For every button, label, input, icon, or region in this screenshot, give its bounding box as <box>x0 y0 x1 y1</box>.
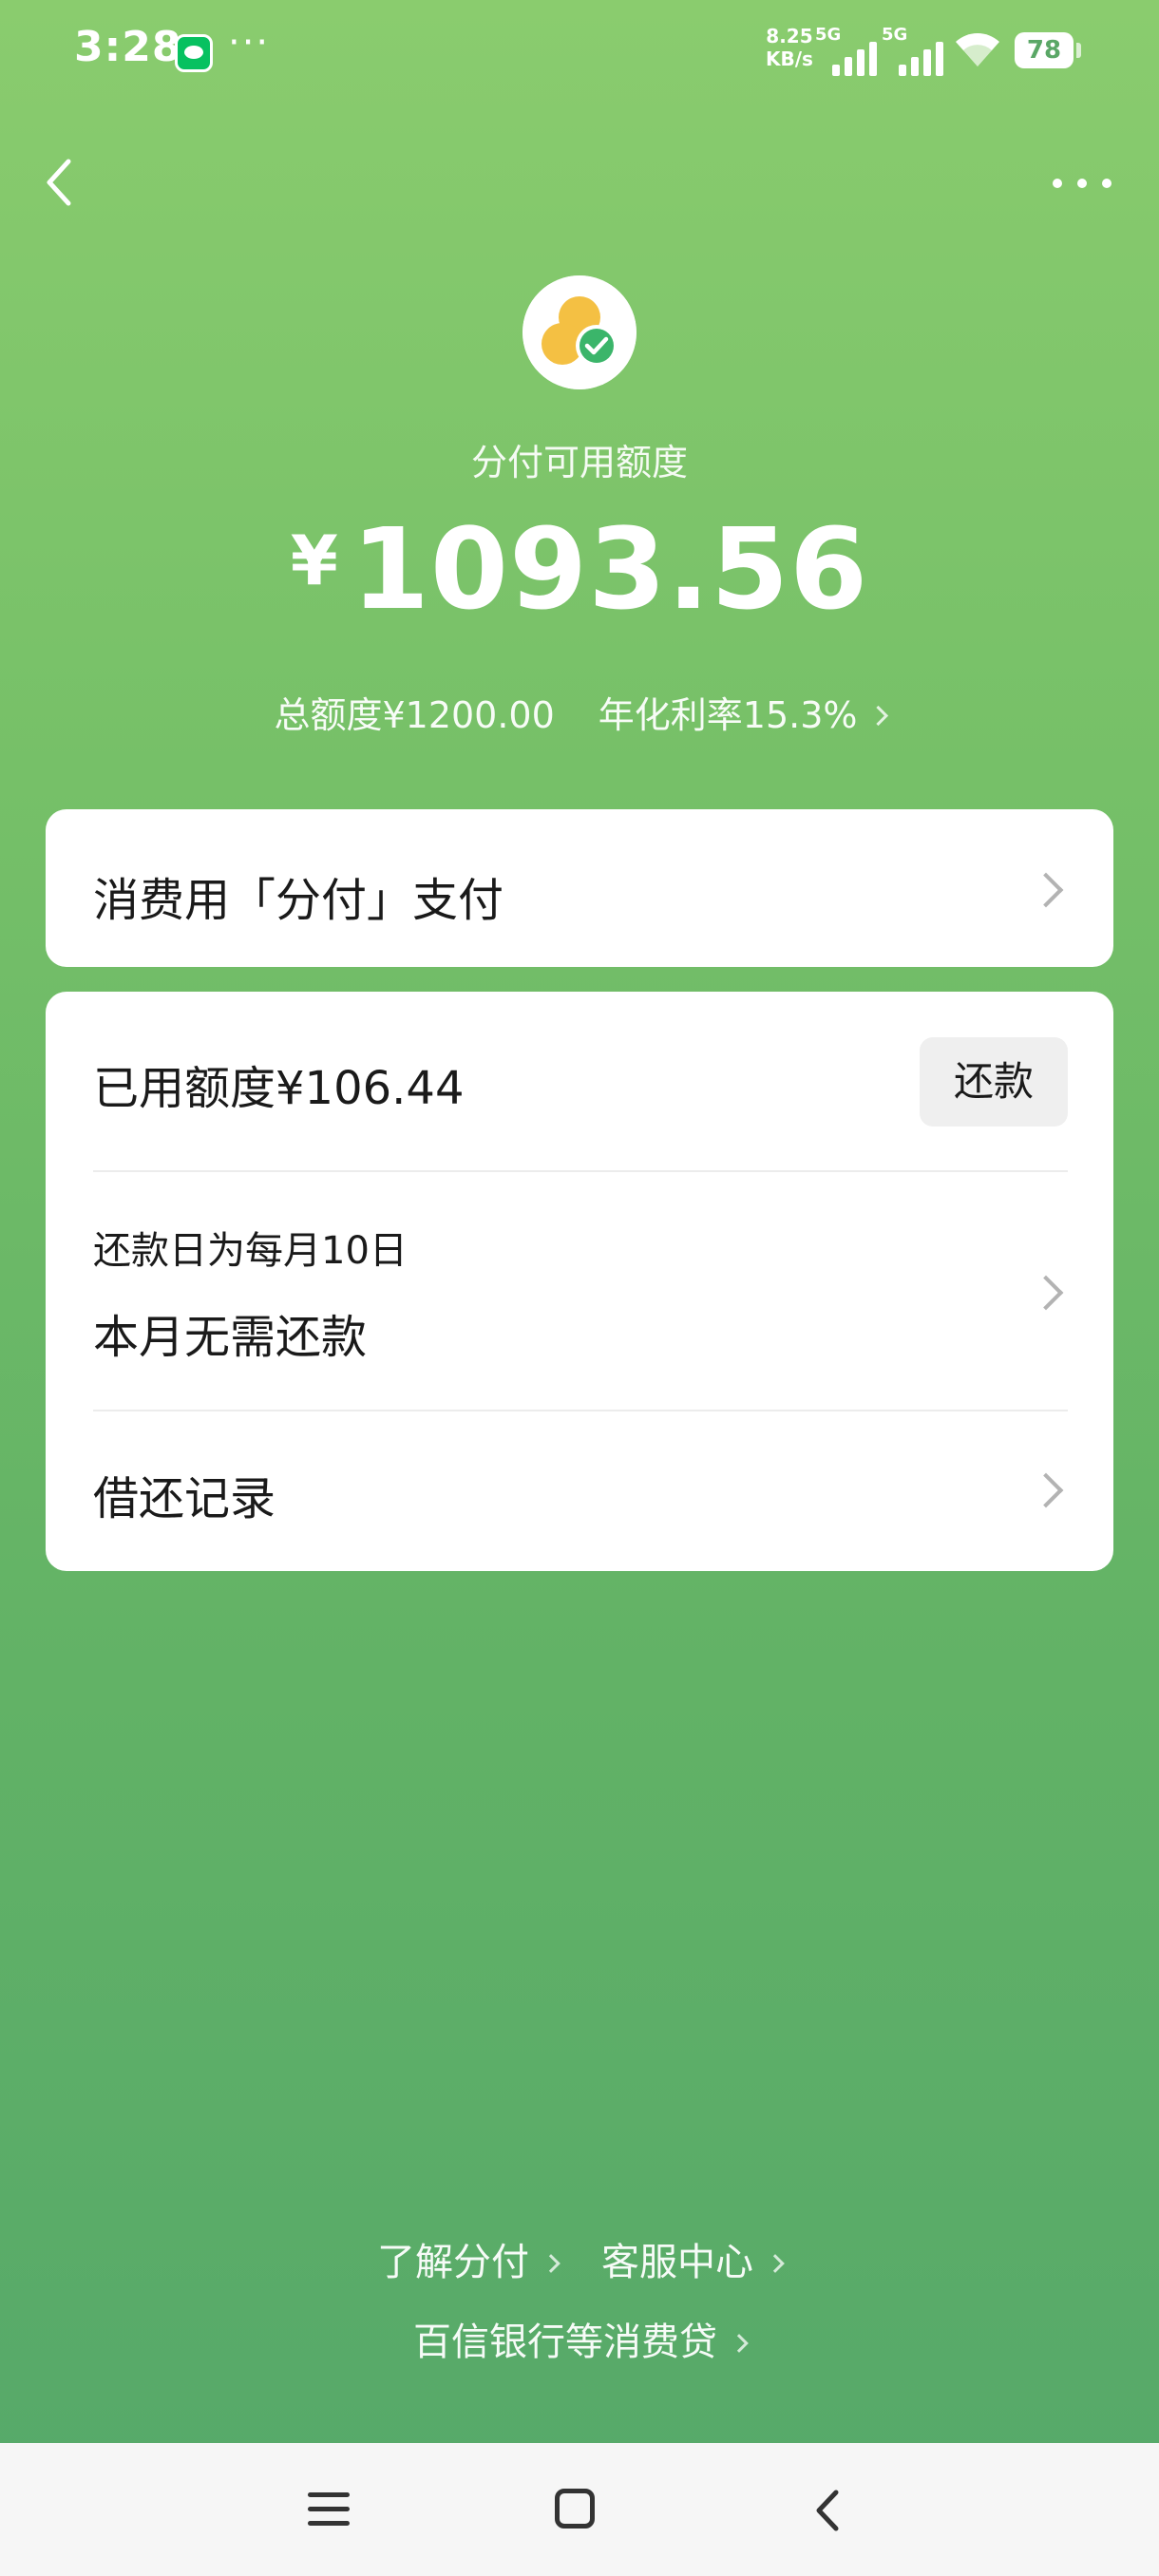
available-amount-value: 1093.56 <box>351 503 869 635</box>
currency-symbol: ¥ <box>290 521 338 600</box>
repay-button[interactable]: 还款 <box>920 1037 1068 1127</box>
footer-links: 了解分付 客服中心 百信银行等消费贷 <box>0 2234 1159 2371</box>
learn-fenfu-link[interactable]: 了解分付 <box>377 2234 560 2291</box>
message-notification-icon <box>175 34 213 72</box>
available-credit-label: 分付可用额度 <box>470 442 688 483</box>
available-credit-amount: ¥1093.56 <box>0 503 1159 635</box>
status-time: 3:28 <box>74 23 182 71</box>
status-more-notifications: ··· <box>228 21 271 65</box>
network-speed-unit: KB/s <box>766 47 813 70</box>
chevron-right-icon <box>1028 872 1064 908</box>
borrow-repay-records-label: 借还记录 <box>93 1472 276 1525</box>
system-back-button[interactable] <box>809 2489 847 2532</box>
repayment-date-rule: 还款日为每月10日 <box>93 1229 408 1273</box>
status-bar: 3:28 ··· 8.25 KB/s 5G 5G 78 <box>0 0 1159 104</box>
more-options-button[interactable] <box>1045 161 1121 207</box>
total-limit: 总额度¥1200.00 <box>274 694 555 736</box>
repayment-date-row[interactable]: 还款日为每月10日 本月无需还款 <box>46 1172 1113 1410</box>
used-credit-label: 已用额度¥106.44 <box>93 1062 465 1115</box>
customer-service-link[interactable]: 客服中心 <box>601 2234 785 2291</box>
network-speed: 8.25 KB/s <box>766 25 813 70</box>
repayment-status: 本月无需还款 <box>93 1311 368 1364</box>
annual-rate: 年化利率15.3% <box>598 694 858 736</box>
system-navigation-bar <box>0 2443 1159 2576</box>
chevron-right-icon <box>867 705 888 727</box>
lender-info-label: 百信银行等消费贷 <box>413 2320 717 2364</box>
wifi-icon <box>956 33 999 66</box>
customer-service-label: 客服中心 <box>601 2241 753 2284</box>
pay-with-fenfu-label: 消费用「分付」支付 <box>93 874 504 927</box>
chevron-right-icon <box>766 2254 785 2273</box>
learn-fenfu-label: 了解分付 <box>377 2241 529 2284</box>
chevron-right-icon <box>542 2254 560 2273</box>
recent-apps-button[interactable] <box>308 2491 350 2529</box>
borrow-repay-records-row[interactable]: 借还记录 <box>46 1411 1113 1571</box>
credit-summary: 总额度¥1200.00 年化利率15.3% <box>0 686 1159 738</box>
back-button[interactable] <box>38 152 84 213</box>
annual-rate-link[interactable]: 年化利率15.3% <box>598 694 888 736</box>
home-button[interactable] <box>555 2489 595 2529</box>
chevron-right-icon <box>730 2334 749 2353</box>
pay-with-fenfu-row[interactable]: 消费用「分付」支付 <box>46 809 1113 967</box>
chevron-right-icon <box>1028 1472 1064 1508</box>
credit-details-card: 已用额度¥106.44 还款 还款日为每月10日 本月无需还款 借还记录 <box>46 992 1113 1571</box>
network-speed-value: 8.25 <box>766 25 813 47</box>
chevron-right-icon <box>1028 1275 1064 1311</box>
battery-indicator: 78 <box>1015 32 1081 68</box>
fenfu-logo-icon <box>522 275 636 389</box>
lender-info-link[interactable]: 百信银行等消费贷 <box>413 2314 749 2371</box>
